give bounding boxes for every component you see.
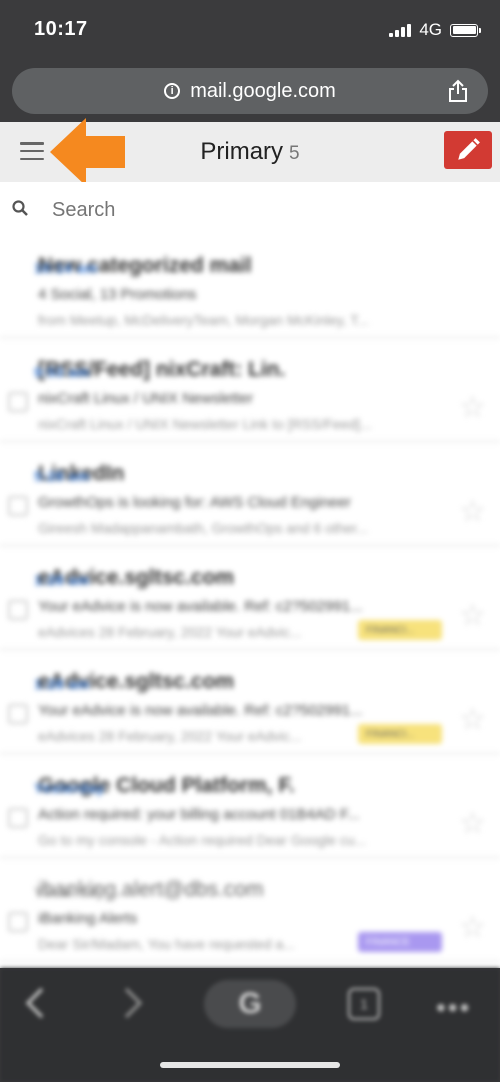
select-checkbox[interactable] (8, 600, 28, 620)
email-snippet: nixCraft Linux / UNIX Newsletter Link to… (38, 416, 372, 432)
email-subject: 4 Social, 13 Promotions (38, 286, 197, 303)
select-checkbox[interactable] (8, 392, 28, 412)
info-icon: i (164, 83, 181, 99)
url-text: mail.google.com (190, 79, 336, 102)
browser-toolbar: i mail.google.com (0, 62, 500, 122)
orange-arrow-annotation (50, 118, 125, 186)
search-icon (12, 200, 28, 216)
pencil-icon (458, 138, 480, 160)
label-badge: FINANCE (358, 932, 442, 952)
select-checkbox[interactable] (8, 912, 28, 932)
email-row[interactable]: ibanking.alert@dbs.com Yesterday iBankin… (0, 862, 500, 963)
label-badge: FINANCI... (358, 724, 442, 744)
email-subject: Action required: your billing account 01… (38, 806, 360, 823)
unread-count: 5 (289, 143, 300, 164)
email-row[interactable]: LinkedIn 5:28 am GrowthOps is looking fo… (0, 446, 500, 547)
url-bar[interactable]: i mail.google.com (12, 68, 488, 114)
select-checkbox[interactable] (8, 808, 28, 828)
compose-button[interactable] (444, 131, 492, 169)
email-row[interactable]: New categorized mail 10:14 am 4 Social, … (0, 238, 500, 339)
signal-icon (389, 23, 412, 37)
more-icon[interactable]: ••• (436, 992, 471, 1024)
email-snippet: Go to my console - Action required Dear … (38, 832, 367, 848)
email-time: 5:28 am (34, 468, 90, 484)
tabs-icon[interactable]: 1 (348, 988, 380, 1020)
star-icon[interactable]: ☆ (459, 494, 486, 529)
share-icon[interactable] (446, 79, 470, 103)
email-time: 10:14 am (34, 260, 98, 276)
email-subject: Your eAdvice is now available. Ref: c2?5… (38, 598, 363, 615)
battery-icon (450, 23, 481, 37)
forward-icon[interactable] (118, 986, 146, 1020)
search-bar[interactable] (0, 182, 500, 239)
email-subject: iBanking Alerts (38, 910, 138, 927)
select-checkbox[interactable] (8, 704, 28, 724)
google-search-icon[interactable]: G (204, 980, 296, 1028)
search-input[interactable] (50, 198, 474, 223)
email-row[interactable]: Google Cloud Platform, F. Yesterday Acti… (0, 758, 500, 859)
star-icon[interactable]: ☆ (459, 598, 486, 633)
select-checkbox[interactable] (8, 496, 28, 516)
email-row[interactable]: [RSS/Feed] nixCraft: Lin. 9:53 am nixCra… (0, 342, 500, 443)
star-icon[interactable]: ☆ (459, 390, 486, 425)
email-subject: Your eAdvice is now available. Ref: c2?5… (38, 702, 363, 719)
email-list: New categorized mail 10:14 am 4 Social, … (0, 238, 500, 968)
email-time: Yesterday (34, 780, 105, 796)
star-icon[interactable]: ☆ (459, 910, 486, 945)
label-badge: FINANCI... (358, 620, 442, 640)
email-snippet: Gireesh Madappanambath, GrowthOps and 6 … (38, 520, 368, 536)
home-indicator (160, 1062, 340, 1068)
email-row[interactable]: eAdvice.sgltsc.com 1:28 am Your eAdvice … (0, 654, 500, 755)
star-icon[interactable]: ☆ (459, 702, 486, 737)
folder-name: Primary (200, 138, 284, 165)
email-time: Yesterday (34, 884, 105, 900)
email-snippet: from Meetup, McDeliveryTeam, Morgan McKi… (38, 312, 369, 328)
email-subject: GrowthOps is looking for: AWS Cloud Engi… (38, 494, 351, 511)
email-time: 1:28 am (34, 676, 90, 692)
star-icon[interactable]: ☆ (459, 806, 486, 841)
email-time: 9:53 am (34, 364, 90, 380)
network-type: 4G (419, 20, 442, 39)
status-time: 10:17 (34, 18, 88, 40)
back-icon[interactable] (22, 986, 50, 1020)
email-row[interactable]: eAdvice.sgltsc.com 1:28 am Your eAdvice … (0, 550, 500, 651)
status-indicators: 4G (389, 20, 481, 40)
status-bar: 10:17 4G (0, 0, 500, 62)
email-time: 1:28 am (34, 572, 90, 588)
email-subject: nixCraft Linux / UNIX Newsletter (38, 390, 254, 407)
